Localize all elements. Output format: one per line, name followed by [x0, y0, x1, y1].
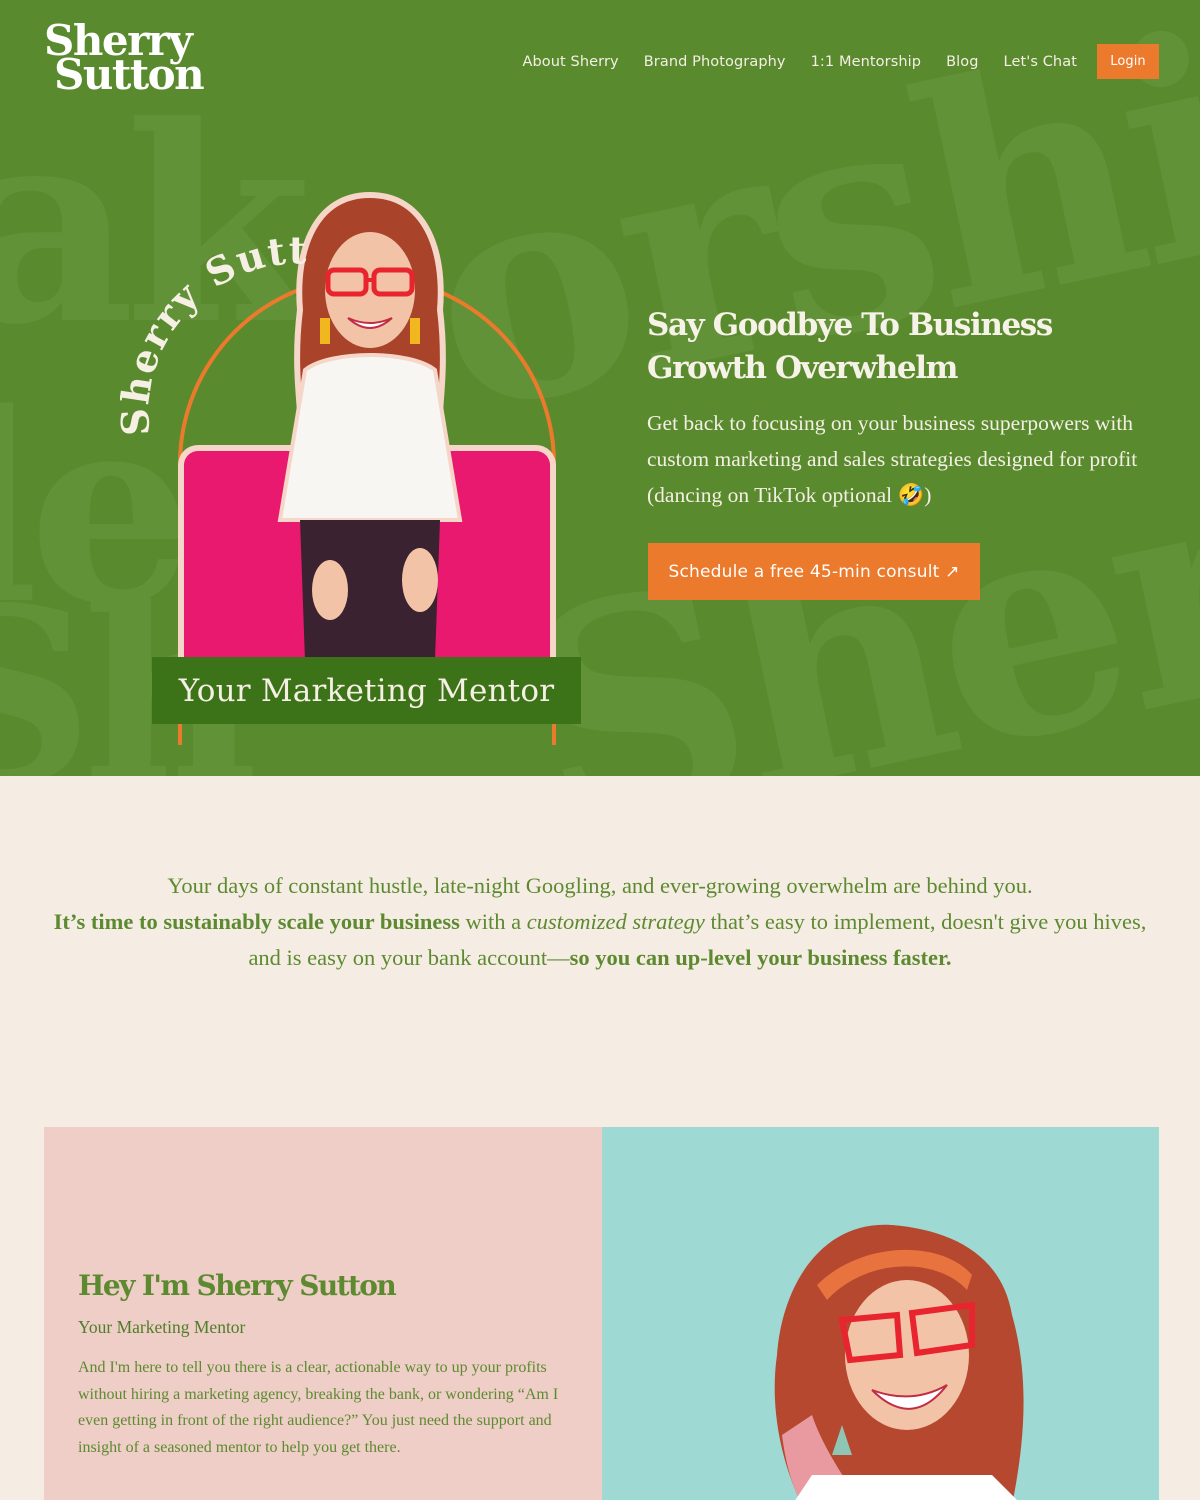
intro-line-3-start: and is easy on your bank account— [248, 945, 570, 970]
mentor-banner: Your Marketing Mentor [152, 657, 581, 724]
about-photo-panel [602, 1127, 1159, 1500]
about-text-panel: Hey I'm Sherry Sutton Your Marketing Men… [44, 1127, 602, 1500]
main-nav: About Sherry Brand Photography 1:1 Mento… [497, 44, 1159, 79]
hero-subtitle: Get back to focusing on your business su… [647, 411, 1138, 507]
nav-brand-photography[interactable]: Brand Photography [644, 54, 786, 70]
intro-line-3: and is easy on your bank account—so you … [40, 940, 1160, 976]
about-portrait-illustration [774, 1224, 1024, 1500]
nav-mentorship[interactable]: 1:1 Mentorship [811, 54, 921, 70]
nav-about-sherry[interactable]: About Sherry [522, 54, 618, 70]
logo-line-2: Sutton [54, 50, 205, 99]
hero-title: Say Goodbye To Business Growth Overwhelm [647, 307, 1053, 386]
about-title: Hey I'm Sherry Sutton [78, 1269, 397, 1302]
intro-line-1: Your days of constant hustle, late-night… [167, 873, 1033, 898]
nav-blog[interactable]: Blog [946, 54, 978, 70]
hero-section: ak orshi le Sherr Sh Sherry Sutton About… [0, 0, 1200, 776]
intro-line-2-italic: customized strategy [526, 909, 705, 934]
intro-line-3-bold: so you can up-level your business faster… [569, 945, 952, 970]
svg-text:Sherry Sutton: Sherry Sutton [120, 205, 308, 437]
intro-line-2-mid: with a [459, 909, 527, 934]
intro-section: Your days of constant hustle, late-night… [40, 868, 1160, 976]
about-subtitle: Your Marketing Mentor [78, 1317, 246, 1337]
site-logo[interactable]: Sherry Sutton [44, 20, 205, 99]
schedule-consult-button[interactable]: Schedule a free 45-min consult ↗ [648, 543, 980, 600]
intro-line-2-bold: It’s time to sustainably scale your busi… [53, 909, 460, 934]
intro-line-2-end: that’s easy to implement, doesn't give y… [704, 909, 1147, 934]
nav-lets-chat[interactable]: Let's Chat [1004, 54, 1077, 70]
arc-name-text: Sherry Sutton [120, 205, 308, 437]
about-body: And I'm here to tell you there is a clea… [78, 1359, 559, 1456]
about-section: Hey I'm Sherry Sutton Your Marketing Men… [44, 1127, 1159, 1500]
intro-line-2: It’s time to sustainably scale your busi… [40, 904, 1160, 940]
login-button[interactable]: Login [1097, 44, 1159, 79]
